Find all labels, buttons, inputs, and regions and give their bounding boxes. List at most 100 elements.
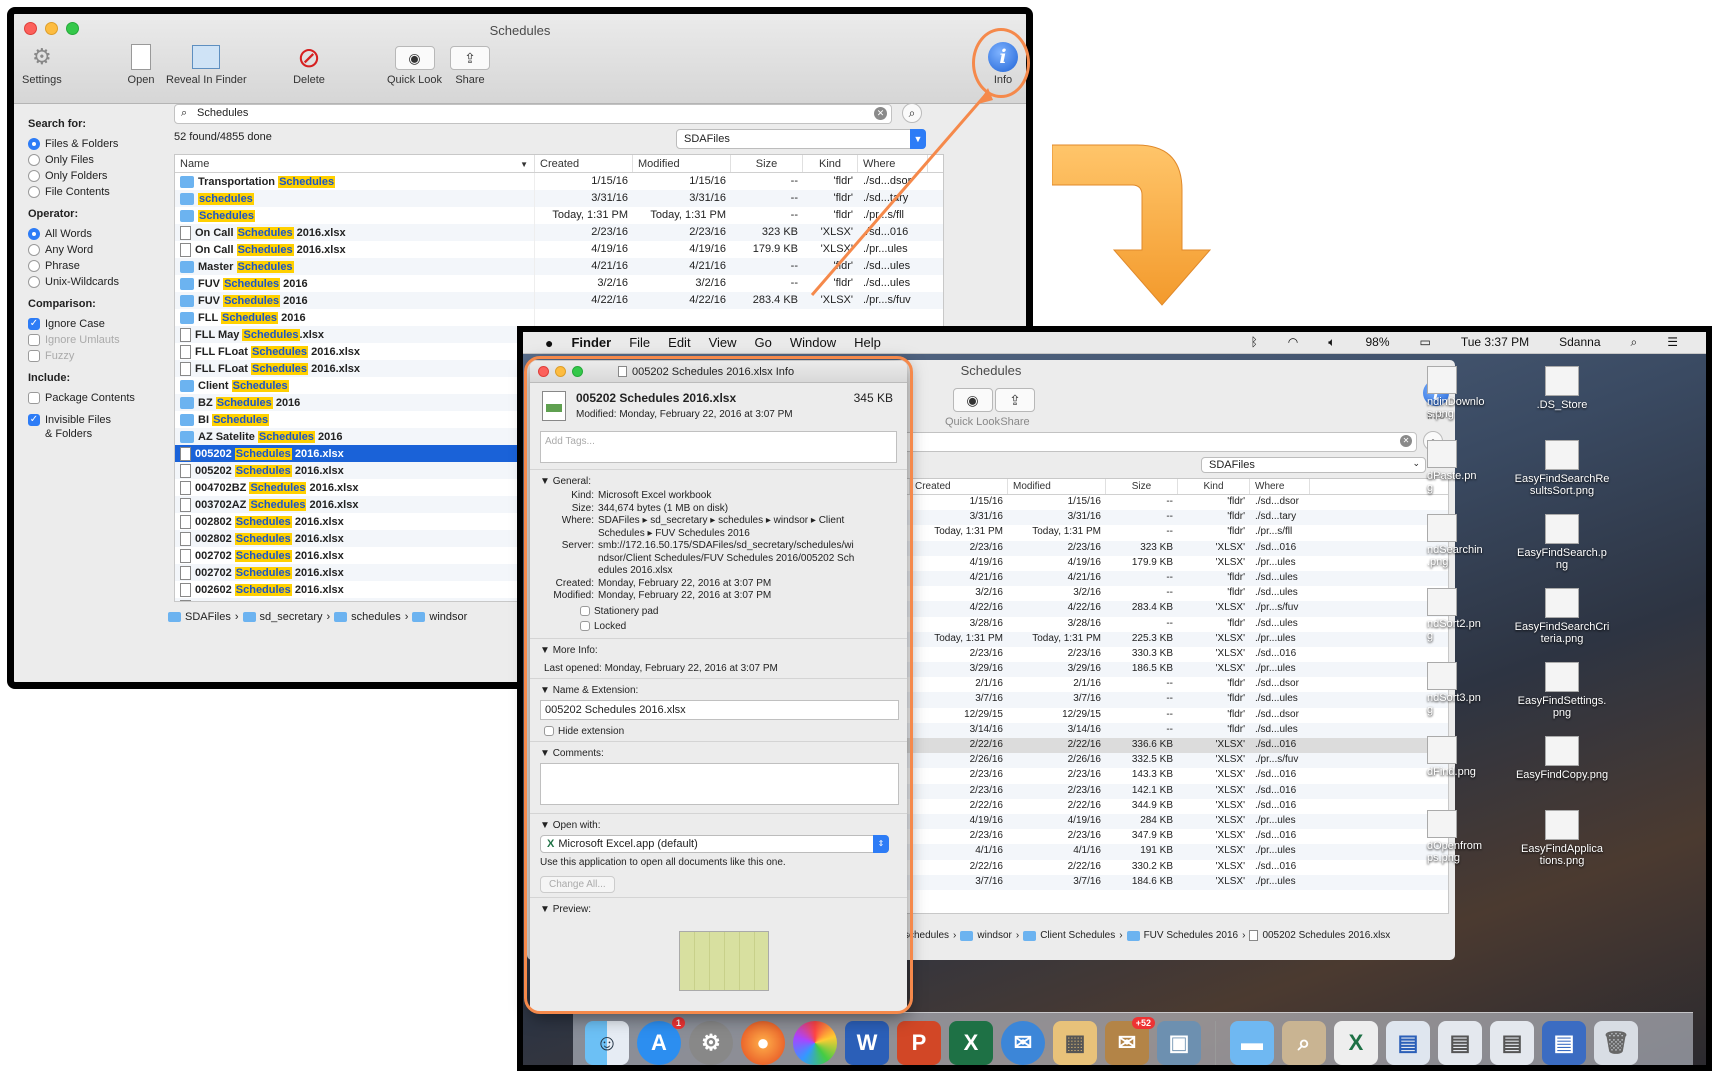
table-row[interactable]: Transportation Schedules 1/15/16 1/15/16 --… bbox=[175, 173, 943, 190]
col-size[interactable]: Size bbox=[731, 155, 803, 172]
open-button[interactable]: Open bbox=[124, 40, 158, 86]
col-name[interactable]: Name ▼ bbox=[175, 155, 535, 172]
table-row[interactable]: 6.xlsx2/23/162/23/16323 KB'XLSX'./sd...0… bbox=[828, 540, 1448, 556]
table-row[interactable]: 3/7/16 3/7/16 -- 'fldr' ./sd...ules bbox=[828, 692, 1448, 708]
desktop-file[interactable]: dFind.png bbox=[1427, 736, 1497, 778]
table-row[interactable]: 16.xlsx4/1/164/1/16191 KB'XLSX'./pr...ul… bbox=[828, 844, 1448, 860]
col-kind[interactable]: Kind bbox=[1178, 479, 1250, 494]
path-segment[interactable]: schedules bbox=[351, 611, 401, 623]
col-where[interactable]: Where bbox=[1250, 479, 1310, 494]
menu-help[interactable]: Help bbox=[854, 335, 881, 350]
option-phrase[interactable]: Phrase bbox=[28, 258, 174, 274]
option-file-contents[interactable]: File Contents bbox=[28, 184, 174, 200]
table-row[interactable]: 20163/14/163/14/16--'fldr'./sd...ules bbox=[828, 722, 1448, 738]
path-segment[interactable]: SDAFiles bbox=[185, 611, 231, 623]
reveal-in-finder-button[interactable]: Reveal In Finder bbox=[166, 40, 247, 86]
table-row[interactable]: 3/2/16 3/2/16 -- 'fldr' ./sd...ules bbox=[828, 586, 1448, 601]
table-row[interactable]: 16.xlsx2/23/162/23/16347.9 KB'XLSX'./sd.… bbox=[828, 829, 1448, 844]
option-only-folders[interactable]: Only Folders bbox=[28, 168, 174, 184]
share-button[interactable]: ⇪ Share bbox=[450, 40, 490, 86]
thunderbird-icon[interactable]: ✉ bbox=[1001, 1020, 1045, 1065]
table-row[interactable]: 4/21/16 4/21/16 -- 'fldr' ./sd...ules bbox=[828, 570, 1448, 587]
delete-button[interactable]: ⊘ Delete bbox=[292, 40, 326, 87]
path-segment[interactable]: windsor bbox=[977, 930, 1011, 941]
apple-menu-icon[interactable]: ● bbox=[545, 335, 553, 351]
table-row[interactable]: Master Schedules 4/21/16 4/21/16 -- 'fldr' ./… bbox=[175, 258, 943, 275]
col-kind[interactable]: Kind bbox=[803, 155, 858, 172]
notification-center-icon[interactable]: ☰ bbox=[1667, 335, 1678, 350]
window-thumb-icon[interactable]: ▤ bbox=[1386, 1020, 1430, 1065]
table-row[interactable]: Today, 1:31 PM Today, 1:31 PM -- 'fldr' ./pr… bbox=[828, 525, 1448, 540]
quick-look-button[interactable]: ◉ Quick Look bbox=[387, 40, 442, 86]
option-package-contents[interactable]: Package Contents bbox=[28, 390, 174, 406]
option-fuzzy[interactable]: Fuzzy bbox=[28, 348, 174, 364]
table-row[interactable]: 2/1/16 2/1/16 -- 'fldr' ./sd...dsor bbox=[828, 677, 1448, 692]
desktop-file[interactable]: EasyFindSettings. png bbox=[1507, 662, 1617, 719]
bluetooth-icon[interactable]: ᛒ bbox=[1251, 335, 1258, 350]
settings-button[interactable]: ⚙ Settings bbox=[22, 40, 62, 86]
clear-search-icon[interactable]: ✕ bbox=[1400, 435, 1412, 447]
wifi-icon[interactable]: ◠ bbox=[1288, 335, 1298, 350]
excel-icon[interactable]: X bbox=[949, 1020, 993, 1065]
system-preferences-icon[interactable]: ⚙ bbox=[689, 1020, 733, 1065]
desktop-file[interactable]: ndSort2.pn g bbox=[1427, 588, 1497, 642]
table-row[interactable]: 16.xlsx2/26/162/26/16332.5 KB'XLSX'./pr.… bbox=[828, 753, 1448, 769]
window-thumb-icon[interactable]: ▤ bbox=[1490, 1020, 1534, 1065]
table-row[interactable]: FLL Schedules 2016 bbox=[175, 309, 943, 326]
table-row[interactable]: 12/29/15 12/29/15 -- 'fldr' ./sd...dsor bbox=[828, 708, 1448, 723]
table-row[interactable]: 2016.xlsx2/23/162/23/16142.1 KB'XLSX'./s… bbox=[828, 783, 1448, 799]
menu-edit[interactable]: Edit bbox=[668, 335, 690, 350]
search-input[interactable]: ✕ bbox=[827, 432, 1417, 452]
col-modified[interactable]: Modified bbox=[633, 155, 731, 172]
table-row[interactable]: 16.xlsx2/22/162/22/16344.9 KB'XLSX'./sd.… bbox=[828, 799, 1448, 814]
table-row[interactable]: FUV Schedules 2016 4/22/16 4/22/16 283.4 KB… bbox=[175, 292, 943, 309]
easyfind-icon[interactable]: ⌕ bbox=[1282, 1020, 1326, 1065]
desktop-file[interactable]: EasyFindSearch.p ng bbox=[1507, 514, 1617, 571]
desktop-file[interactable]: EasyFindSearchRe sultsSort.png bbox=[1507, 440, 1617, 497]
powerpoint-icon[interactable]: P bbox=[897, 1020, 941, 1065]
col-created[interactable]: Created bbox=[535, 155, 633, 172]
table-row[interactable]: 6.xlsx4/19/164/19/16179.9 KB'XLSX'./pr..… bbox=[828, 556, 1448, 571]
desktop-file[interactable]: EasyFindApplica tions.png bbox=[1507, 810, 1617, 867]
menu-finder[interactable]: Finder bbox=[571, 335, 611, 350]
option-ignore-case[interactable]: ✓ Ignore Case bbox=[28, 316, 174, 332]
mail-icon[interactable]: ✉ +52 bbox=[1105, 1016, 1155, 1065]
table-row[interactable]: 16.xlsx2/22/162/22/16336.6 KB'XLSX'./sd.… bbox=[828, 738, 1448, 754]
finder-icon[interactable]: ☺ bbox=[585, 1020, 629, 1065]
menu-file[interactable]: File bbox=[629, 335, 650, 350]
table-row[interactable]: 16.xlsx2/22/162/22/16330.2 KB'XLSX'./sd.… bbox=[828, 860, 1448, 875]
scope-select[interactable]: SDAFiles ▼ bbox=[676, 129, 926, 149]
photos-icon[interactable] bbox=[793, 1020, 837, 1065]
col-where[interactable]: Where bbox=[858, 155, 928, 172]
user-name[interactable]: Sdanna bbox=[1559, 335, 1600, 350]
trash-icon[interactable]: 🗑︎ bbox=[1594, 1020, 1638, 1065]
option-only-files[interactable]: Only Files bbox=[28, 152, 174, 168]
col-modified[interactable]: Modified bbox=[1008, 479, 1106, 494]
menu-window[interactable]: Window bbox=[790, 335, 836, 350]
excel-doc-icon[interactable]: X bbox=[1334, 1020, 1378, 1065]
table-row[interactable]: On Call Schedules 2016.xlsx 2/23/16 2/23/1… bbox=[175, 224, 943, 241]
desktop-file[interactable]: dPaste.pn g bbox=[1427, 440, 1497, 494]
volume-icon[interactable]: 🔈︎ bbox=[1328, 335, 1335, 350]
word-icon[interactable]: W bbox=[845, 1020, 889, 1065]
col-size[interactable]: Size bbox=[1106, 479, 1178, 494]
desktop-file[interactable]: EasyFindCopy.png bbox=[1507, 736, 1617, 781]
share-button[interactable]: ⇪ Share bbox=[995, 382, 1035, 428]
table-row[interactable]: Schedules Today, 1:31 PM Today, 1:31 PM -- '… bbox=[175, 207, 943, 224]
table-row[interactable]: 2016.xlsx2/23/162/23/16143.3 KB'XLSX'./s… bbox=[828, 768, 1448, 783]
desktop-file[interactable]: .DS_Store bbox=[1507, 366, 1617, 411]
table-row[interactable]: FUV Schedules 2016 3/2/16 3/2/16 -- 'fldr' ./… bbox=[175, 275, 943, 292]
battery-level[interactable]: 98% bbox=[1365, 335, 1389, 350]
scope-select[interactable]: SDAFiles ⌄ bbox=[1201, 457, 1426, 473]
app-store-icon[interactable]: A1 bbox=[637, 1016, 685, 1065]
calculator-icon[interactable]: ▦ bbox=[1053, 1020, 1097, 1065]
path-segment[interactable]: sd_secretary bbox=[260, 611, 323, 623]
table-row[interactable]: 3/28/16 3/28/16 -- 'fldr' ./sd...ules bbox=[828, 617, 1448, 632]
menu-go[interactable]: Go bbox=[755, 335, 772, 350]
table-row[interactable]: 016.xlsx3/29/163/29/16186.5 KB'XLSX'./pr… bbox=[828, 662, 1448, 678]
preview-icon[interactable]: ▣ bbox=[1157, 1020, 1201, 1065]
table-row[interactable]: schedules 3/31/16 3/31/16 -- 'fldr' ./sd...ta… bbox=[175, 190, 943, 207]
window-thumb-icon[interactable]: ▤ bbox=[1542, 1020, 1586, 1065]
search-go-icon[interactable]: ⌕ bbox=[902, 103, 922, 123]
path-segment[interactable]: windsor bbox=[429, 611, 467, 623]
